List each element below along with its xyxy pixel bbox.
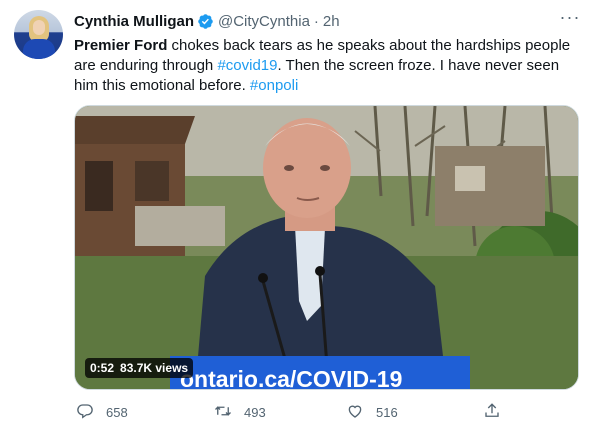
like-button[interactable]: 516 xyxy=(346,400,398,424)
reply-count: 658 xyxy=(106,404,128,420)
tweet-header: Cynthia Mulligan @CityCynthia · 2h xyxy=(74,12,340,30)
verified-badge-icon xyxy=(197,13,214,30)
reply-icon xyxy=(76,402,94,423)
hashtag-onpoli-link[interactable]: #onpoli xyxy=(250,77,298,94)
video-frame: ontario.ca/COVID-19 xyxy=(75,106,578,390)
header-separator: · xyxy=(313,12,319,30)
share-icon xyxy=(483,402,501,423)
reply-button[interactable]: 658 xyxy=(76,400,128,424)
heart-icon xyxy=(346,402,364,423)
tweet[interactable]: Cynthia Mulligan @CityCynthia · 2h ··· P… xyxy=(0,0,593,432)
podium-sign: ontario.ca/COVID-19 xyxy=(180,366,402,390)
retweet-icon xyxy=(214,402,232,423)
tweet-actions: 658 493 516 xyxy=(74,400,579,424)
share-button[interactable] xyxy=(483,400,501,424)
like-count: 516 xyxy=(376,404,398,420)
author-handle[interactable]: @CityCynthia xyxy=(218,13,310,30)
retweet-button[interactable]: 493 xyxy=(214,400,266,424)
tweet-text: Premier Ford chokes back tears as he spe… xyxy=(74,36,579,96)
video-views: 83.7K views xyxy=(120,361,189,375)
author-avatar[interactable] xyxy=(14,10,63,59)
video-duration: 0:52 xyxy=(90,361,115,375)
tweet-timestamp[interactable]: 2h xyxy=(323,13,340,30)
hashtag-covid19-link[interactable]: #covid19 xyxy=(217,57,277,74)
tweet-text-bold: Premier Ford xyxy=(74,37,168,54)
author-name[interactable]: Cynthia Mulligan xyxy=(74,13,194,30)
video-info-badge: 0:52 83.7K views xyxy=(85,358,194,378)
video-player[interactable]: ontario.ca/COVID-19 xyxy=(74,105,579,390)
retweet-count: 493 xyxy=(244,404,266,420)
more-options-icon[interactable]: ··· xyxy=(559,8,581,32)
